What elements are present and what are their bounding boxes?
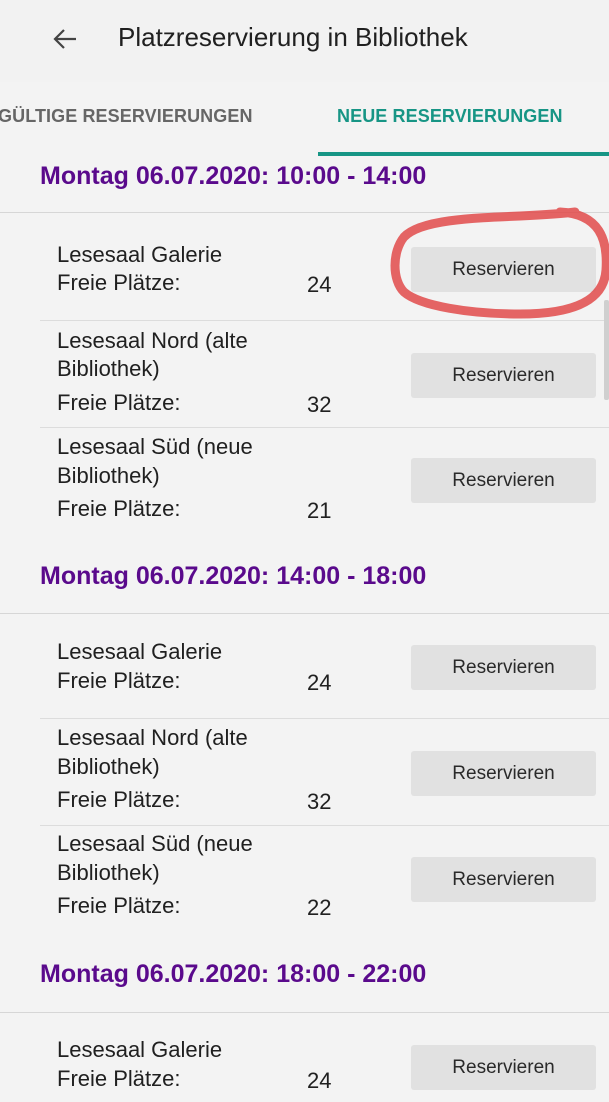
row-divider — [40, 427, 609, 428]
page-title: Platzreservierung in Bibliothek — [118, 22, 468, 52]
free-seats-label: Freie Plätze: — [57, 893, 181, 918]
room-name: Lesesaal Nord (alte — [57, 725, 248, 750]
room-name: Bibliothek) — [57, 860, 160, 885]
free-seats-count: 32 — [307, 789, 332, 814]
room-name: Lesesaal Süd (neue — [57, 434, 253, 459]
free-seats-count: 22 — [307, 895, 332, 920]
free-seats-count: 24 — [307, 1068, 332, 1093]
free-seats-count: 21 — [307, 498, 332, 523]
reserve-button[interactable]: Reservieren — [411, 353, 596, 398]
arrow-left-icon[interactable] — [52, 26, 78, 52]
free-seats-label: Freie Plätze: — [57, 390, 181, 415]
row-divider — [40, 320, 609, 321]
scrollbar[interactable] — [604, 300, 609, 400]
room-name: Bibliothek) — [57, 754, 160, 779]
reserve-button[interactable]: Reservieren — [411, 751, 596, 796]
room-name: Lesesaal Galerie — [57, 1037, 223, 1062]
free-seats-label: Freie Plätze: — [57, 1066, 181, 1091]
section-divider — [0, 1012, 609, 1013]
free-seats-label: Freie Plätze: — [57, 787, 181, 812]
room-name: Bibliothek) — [57, 356, 160, 381]
free-seats-count: 32 — [307, 392, 332, 417]
room-name: Lesesaal Galerie — [57, 242, 223, 267]
room-name: Lesesaal Nord (alte — [57, 328, 248, 353]
free-seats-label: Freie Plätze: — [57, 270, 181, 295]
tab-new-reservations[interactable]: NEUE RESERVIERUNGEN — [337, 106, 563, 127]
tab-bar: GÜLTIGE RESERVIERUNGEN NEUE RESERVIERUNG… — [0, 82, 609, 156]
row-divider — [40, 825, 609, 826]
reserve-button[interactable]: Reservieren — [411, 1045, 596, 1090]
app-bar: Platzreservierung in Bibliothek — [0, 0, 609, 82]
free-seats-count: 24 — [307, 272, 332, 297]
free-seats-label: Freie Plätze: — [57, 496, 181, 521]
room-name: Lesesaal Galerie — [57, 639, 223, 664]
row-divider — [40, 718, 609, 719]
section-divider — [0, 613, 609, 614]
tab-valid-reservations[interactable]: GÜLTIGE RESERVIERUNGEN — [0, 106, 253, 127]
section-divider — [0, 212, 609, 213]
room-name: Lesesaal Süd (neue — [57, 831, 253, 856]
free-seats-count: 24 — [307, 670, 332, 695]
reserve-button[interactable]: Reservieren — [411, 645, 596, 690]
section-header: Montag 06.07.2020: 18:00 - 22:00 — [40, 960, 427, 988]
free-seats-label: Freie Plätze: — [57, 668, 181, 693]
room-name: Bibliothek) — [57, 463, 160, 488]
reserve-button[interactable]: Reservieren — [411, 857, 596, 902]
active-tab-indicator — [318, 152, 609, 156]
section-header: Montag 06.07.2020: 10:00 - 14:00 — [40, 162, 427, 190]
reserve-button[interactable]: Reservieren — [411, 458, 596, 503]
section-header: Montag 06.07.2020: 14:00 - 18:00 — [40, 562, 427, 590]
reserve-button[interactable]: Reservieren — [411, 247, 596, 292]
